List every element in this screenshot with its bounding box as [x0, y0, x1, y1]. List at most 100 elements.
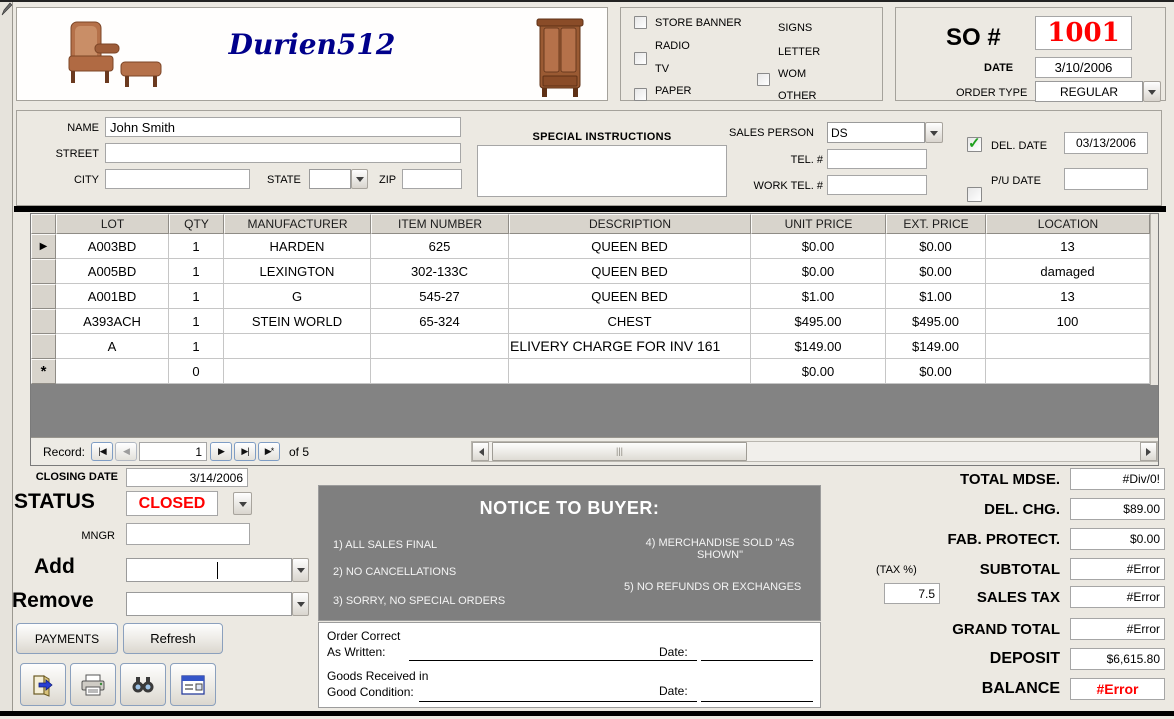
cell-item-number[interactable]: 65-324 — [371, 309, 509, 334]
cell-manufacturer[interactable] — [224, 334, 371, 359]
scrollbar-thumb[interactable] — [492, 442, 747, 461]
cell-description[interactable]: CHEST — [509, 309, 751, 334]
horizontal-scrollbar[interactable] — [471, 441, 1158, 462]
status-combobox[interactable]: CLOSED — [126, 491, 218, 516]
cell-item-number[interactable] — [371, 359, 509, 384]
cell-item-number[interactable]: 545-27 — [371, 284, 509, 309]
work-tel-input[interactable] — [827, 175, 927, 195]
cell-manufacturer[interactable]: HARDEN — [224, 234, 371, 259]
cell-ext-price[interactable]: $0.00 — [886, 234, 986, 259]
street-input[interactable] — [105, 143, 461, 163]
row-selector[interactable] — [31, 284, 56, 309]
cell-location[interactable] — [986, 334, 1150, 359]
col-header-ext-price[interactable]: EXT. PRICE — [886, 214, 986, 234]
row-selector-new[interactable]: * — [31, 359, 56, 384]
refresh-button[interactable]: Refresh — [123, 623, 223, 654]
remove-dropdown-arrow[interactable] — [292, 592, 309, 616]
cell-unit-price[interactable]: $1.00 — [751, 284, 886, 309]
pu-date-checkbox[interactable] — [967, 187, 982, 202]
row-selector[interactable] — [31, 334, 56, 359]
closing-date-field[interactable]: 3/14/2006 — [126, 468, 248, 487]
cell-qty[interactable]: 1 — [169, 284, 224, 309]
checkbox-radio[interactable] — [634, 52, 647, 65]
last-record-button[interactable]: ▶| — [234, 442, 256, 461]
deposit-value[interactable]: $6,615.80 — [1070, 648, 1165, 670]
cell-manufacturer[interactable]: LEXINGTON — [224, 259, 371, 284]
cell-qty[interactable]: 1 — [169, 334, 224, 359]
mngr-input[interactable] — [126, 523, 250, 545]
cell-unit-price[interactable]: $0.00 — [751, 234, 886, 259]
row-selector[interactable] — [31, 259, 56, 284]
checkbox-store-banner[interactable] — [634, 16, 647, 29]
cell-description[interactable]: QUEEN BED — [509, 284, 751, 309]
del-chg-value[interactable]: $89.00 — [1070, 498, 1165, 520]
form-view-button[interactable] — [170, 663, 216, 706]
del-date-field[interactable]: 03/13/2006 — [1064, 132, 1148, 154]
cell-item-number[interactable]: 302-133C — [371, 259, 509, 284]
cell-item-number[interactable]: 625 — [371, 234, 509, 259]
zip-input[interactable] — [402, 169, 462, 189]
pu-date-field[interactable] — [1064, 168, 1148, 190]
col-header-qty[interactable]: QTY — [169, 214, 224, 234]
del-date-checkbox[interactable] — [967, 134, 982, 152]
previous-record-button[interactable]: ◀ — [115, 442, 137, 461]
cell-location[interactable] — [986, 359, 1150, 384]
checkbox-tv[interactable] — [634, 88, 647, 101]
cell-item-number[interactable] — [371, 334, 509, 359]
fab-protect-value[interactable]: $0.00 — [1070, 528, 1165, 550]
order-type-combobox[interactable]: REGULAR — [1035, 81, 1143, 102]
name-input[interactable]: John Smith — [105, 117, 461, 137]
cell-description[interactable]: QUEEN BED — [509, 234, 751, 259]
cell-qty[interactable]: 1 — [169, 309, 224, 334]
col-header-manufacturer[interactable]: MANUFACTURER — [224, 214, 371, 234]
cell-ext-price[interactable]: $0.00 — [886, 259, 986, 284]
sales-person-dropdown-arrow[interactable] — [925, 122, 943, 143]
order-date-field[interactable]: 3/10/2006 — [1035, 57, 1132, 78]
special-instructions-textarea[interactable] — [477, 145, 727, 197]
cell-location[interactable]: 13 — [986, 234, 1150, 259]
vertical-scrollbar[interactable] — [1150, 214, 1158, 385]
tel-input[interactable] — [827, 149, 927, 169]
cell-description[interactable]: ELIVERY CHARGE FOR INV 161 — [509, 334, 751, 359]
exit-button[interactable] — [20, 663, 66, 706]
print-button[interactable] — [70, 663, 116, 706]
checkbox-signs[interactable] — [757, 73, 770, 86]
cell-ext-price[interactable]: $149.00 — [886, 334, 986, 359]
cell-ext-price[interactable]: $495.00 — [886, 309, 986, 334]
cell-manufacturer[interactable]: G — [224, 284, 371, 309]
col-header-lot[interactable]: LOT — [56, 214, 169, 234]
state-dropdown-arrow[interactable] — [351, 169, 368, 189]
col-header-item-number[interactable]: ITEM NUMBER — [371, 214, 509, 234]
cell-description[interactable] — [509, 359, 751, 384]
scroll-right-arrow[interactable] — [1140, 442, 1157, 461]
order-type-dropdown-arrow[interactable] — [1143, 81, 1161, 102]
remove-combobox[interactable] — [126, 592, 292, 616]
cell-manufacturer[interactable] — [224, 359, 371, 384]
cell-qty[interactable]: 1 — [169, 234, 224, 259]
next-record-button[interactable]: ▶ — [210, 442, 232, 461]
col-header-location[interactable]: LOCATION — [986, 214, 1150, 234]
cell-unit-price[interactable]: $0.00 — [751, 259, 886, 284]
cell-location[interactable]: 100 — [986, 309, 1150, 334]
so-number-field[interactable]: 1001 — [1035, 16, 1132, 50]
city-input[interactable] — [105, 169, 250, 189]
select-all-corner[interactable] — [31, 214, 56, 234]
cell-lot[interactable] — [56, 359, 169, 384]
cell-lot[interactable]: A — [56, 334, 169, 359]
add-dropdown-arrow[interactable] — [292, 558, 309, 582]
add-combobox[interactable] — [126, 558, 292, 582]
state-combobox[interactable] — [309, 169, 351, 189]
cell-ext-price[interactable]: $1.00 — [886, 284, 986, 309]
find-button[interactable] — [120, 663, 166, 706]
col-header-unit-price[interactable]: UNIT PRICE — [751, 214, 886, 234]
first-record-button[interactable]: |◀ — [91, 442, 113, 461]
payments-button[interactable]: PAYMENTS — [16, 623, 118, 654]
cell-ext-price[interactable]: $0.00 — [886, 359, 986, 384]
cell-unit-price[interactable]: $0.00 — [751, 359, 886, 384]
cell-location[interactable]: damaged — [986, 259, 1150, 284]
scroll-left-arrow[interactable] — [472, 442, 489, 461]
cell-lot[interactable]: A001BD — [56, 284, 169, 309]
sales-person-combobox[interactable]: DS — [827, 122, 925, 143]
row-selector-current[interactable]: ▶ — [31, 234, 56, 259]
cell-qty[interactable]: 0 — [169, 359, 224, 384]
